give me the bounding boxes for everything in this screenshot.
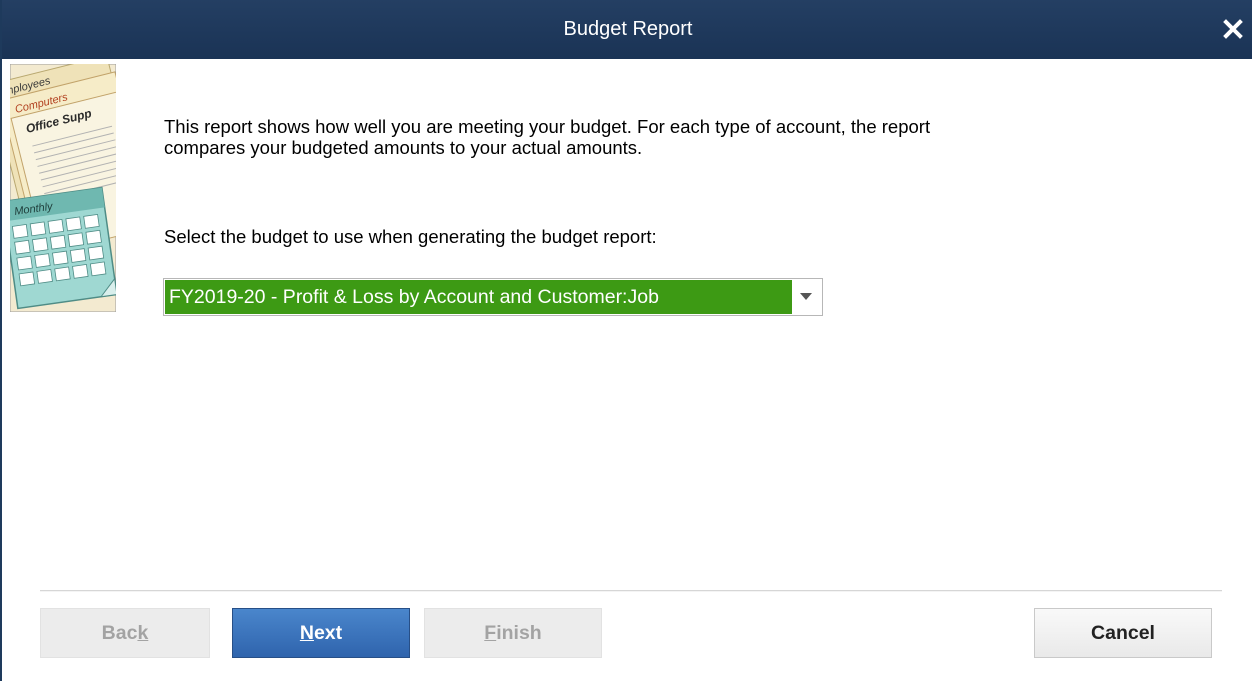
close-icon bbox=[1223, 19, 1243, 39]
close-button[interactable] bbox=[1216, 12, 1250, 46]
budget-report-dialog: Budget Report mployees Computers Office … bbox=[0, 0, 1252, 681]
budget-illustration: mployees Computers Office Supp Monthly bbox=[0, 54, 161, 313]
budget-dropdown[interactable]: FY2019-20 - Profit & Loss by Account and… bbox=[163, 278, 823, 316]
back-button[interactable]: Back bbox=[40, 608, 210, 658]
budget-selected-value: FY2019-20 - Profit & Loss by Account and… bbox=[165, 280, 792, 314]
back-label: Back bbox=[101, 621, 149, 644]
report-description: This report shows how well you are meeti… bbox=[164, 116, 931, 158]
cancel-label: Cancel bbox=[1091, 621, 1155, 644]
budget-select-label: Select the budget to use when generating… bbox=[164, 226, 657, 247]
finish-button[interactable]: Finish bbox=[424, 608, 602, 658]
chevron-down-icon bbox=[800, 293, 812, 300]
finish-label: Finish bbox=[484, 621, 542, 644]
dialog-title: Budget Report bbox=[563, 18, 693, 40]
title-bar[interactable]: Budget Report bbox=[2, 0, 1252, 59]
next-button[interactable]: Next bbox=[232, 608, 410, 658]
next-label: Next bbox=[299, 621, 343, 644]
dropdown-arrow-button[interactable] bbox=[791, 280, 821, 314]
footer-divider bbox=[40, 590, 1222, 592]
cancel-button[interactable]: Cancel bbox=[1034, 608, 1212, 658]
